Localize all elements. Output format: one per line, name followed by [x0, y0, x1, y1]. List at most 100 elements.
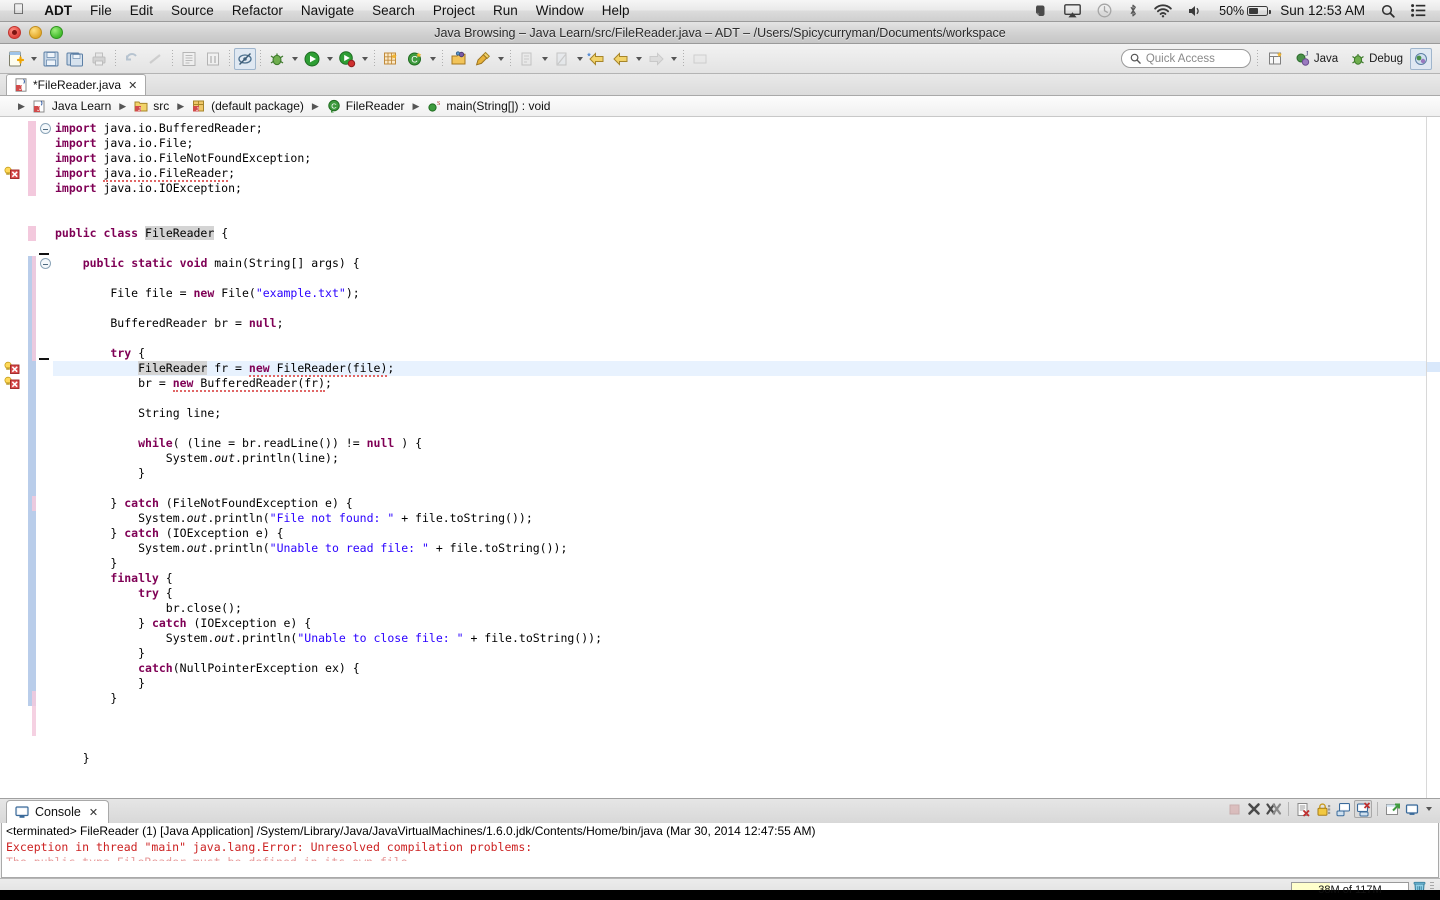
code-line[interactable]: System.out.println("File not found: " + … [53, 511, 1426, 526]
editor-tab-filereader[interactable]: J *FileReader.java ✕ [6, 74, 147, 95]
terminate-button[interactable] [1225, 800, 1243, 818]
overview-current-line-marker[interactable] [1427, 362, 1440, 372]
search-dropdown[interactable] [495, 47, 506, 71]
menu-item-adt[interactable]: ADT [35, 0, 81, 22]
error-quickfix-icon[interactable] [4, 361, 24, 375]
code-line[interactable]: import java.io.File; [53, 136, 1426, 151]
code-line[interactable] [53, 211, 1426, 226]
code-line[interactable] [53, 196, 1426, 211]
fold-collapse-icon[interactable] [40, 258, 51, 269]
remove-launch-button[interactable] [1245, 800, 1263, 818]
debug-dropdown[interactable] [289, 47, 300, 71]
close-icon[interactable]: ✕ [128, 79, 137, 92]
clear-console-button[interactable] [1294, 800, 1312, 818]
menu-bar-clock[interactable]: Sun 12:53 AM [1272, 3, 1373, 18]
code-line[interactable]: } [53, 751, 1426, 766]
code-line[interactable]: } [53, 466, 1426, 481]
error-quickfix-icon[interactable] [4, 166, 24, 180]
code-line[interactable] [53, 736, 1426, 751]
code-line[interactable] [53, 241, 1426, 256]
code-line[interactable]: System.out.println("Unable to close file… [53, 631, 1426, 646]
code-line[interactable]: FileReader fr = new FileReader(file); [53, 361, 1426, 377]
code-line[interactable]: } [53, 676, 1426, 691]
menu-item-edit[interactable]: Edit [121, 0, 162, 22]
console-view-menu-button[interactable] [1403, 800, 1421, 818]
minimize-button[interactable] [29, 26, 42, 39]
code-line[interactable]: br = new BufferedReader(fr); [53, 376, 1426, 392]
bluetooth-icon[interactable] [1120, 0, 1146, 22]
close-icon[interactable]: ✕ [89, 806, 98, 819]
code-line[interactable]: while( (line = br.readLine()) != null ) … [53, 436, 1426, 451]
time-machine-icon[interactable] [1089, 0, 1120, 22]
console-output[interactable]: <terminated> FileReader (1) [Java Applic… [1, 823, 1439, 878]
code-line[interactable] [53, 481, 1426, 496]
close-button[interactable] [8, 26, 21, 39]
code-line[interactable]: finally { [53, 571, 1426, 586]
code-line[interactable] [53, 421, 1426, 436]
menu-item-search[interactable]: Search [363, 0, 424, 22]
code-line[interactable]: import java.io.BufferedReader; [53, 121, 1426, 136]
code-line[interactable]: } [53, 556, 1426, 571]
run-icon[interactable] [300, 47, 324, 71]
code-line[interactable]: File file = new File("example.txt"); [53, 286, 1426, 301]
evernote-icon[interactable] [1025, 0, 1056, 22]
code-editor[interactable]: import java.io.BufferedReader; import jav… [0, 117, 1440, 798]
code-line[interactable]: import java.io.IOException; [53, 181, 1426, 196]
menu-item-source[interactable]: Source [162, 0, 223, 22]
menu-item-file[interactable]: File [81, 0, 121, 22]
battery-status[interactable]: 50% [1211, 4, 1272, 18]
back-dropdown[interactable] [633, 47, 644, 71]
breadcrumb-item-src[interactable]: J src [130, 99, 173, 113]
menu-item-project[interactable]: Project [424, 0, 484, 22]
code-line[interactable] [53, 391, 1426, 406]
run-coverage-icon[interactable] [335, 47, 359, 71]
menu-item-navigate[interactable]: Navigate [292, 0, 363, 22]
console-view-menu-arrow[interactable] [1423, 797, 1434, 821]
breadcrumb-item-project[interactable]: J Java Learn [29, 99, 115, 113]
code-line[interactable]: import java.io.FileNotFoundException; [53, 151, 1426, 166]
code-line[interactable]: catch(NullPointerException ex) { [53, 661, 1426, 676]
code-line[interactable]: } catch (FileNotFoundException e) { [53, 496, 1426, 511]
debug-icon[interactable] [265, 47, 289, 71]
code-line[interactable] [53, 706, 1426, 721]
last-edit-location-icon[interactable] [585, 47, 609, 71]
code-line[interactable]: public static void main(String[] args) { [53, 256, 1426, 271]
overview-ruler[interactable] [1426, 117, 1440, 798]
pin-console-button[interactable] [1334, 800, 1352, 818]
code-line[interactable]: public class FileReader { [53, 226, 1426, 241]
code-line[interactable]: } [53, 691, 1426, 706]
menu-item-run[interactable]: Run [484, 0, 527, 22]
menu-item-help[interactable]: Help [593, 0, 639, 22]
search-icon[interactable] [1373, 0, 1403, 22]
new-wizard-icon[interactable] [4, 47, 28, 71]
code-line[interactable]: System.out.println("Unable to read file:… [53, 541, 1426, 556]
code-line[interactable]: String line; [53, 406, 1426, 421]
code-line[interactable]: } [53, 646, 1426, 661]
code-line[interactable]: import java.io.FileReader; [53, 166, 1426, 182]
save-all-icon[interactable] [63, 47, 87, 71]
breadcrumb-item-method[interactable]: S main(String[]) : void [423, 99, 554, 113]
airplay-icon[interactable] [1056, 0, 1089, 22]
code-line[interactable] [53, 301, 1426, 316]
code-line[interactable] [53, 271, 1426, 286]
code-line[interactable]: BufferedReader br = null; [53, 316, 1426, 331]
code-line[interactable]: try { [53, 346, 1426, 361]
fold-collapse-icon[interactable] [40, 123, 51, 134]
code-line[interactable]: br.close(); [53, 601, 1426, 616]
previous-annotation-dropdown[interactable] [574, 47, 585, 71]
notification-center-icon[interactable] [1403, 0, 1434, 22]
apple-logo-icon[interactable]:  [0, 2, 35, 17]
wifi-icon[interactable] [1146, 0, 1180, 22]
new-java-class-dropdown[interactable] [427, 47, 438, 71]
new-java-class-icon[interactable]: C [403, 47, 427, 71]
code-line[interactable]: } catch (IOException e) { [53, 526, 1426, 541]
console-tab[interactable]: Console ✕ [6, 800, 110, 823]
code-line[interactable] [53, 331, 1426, 346]
folding-gutter[interactable] [37, 117, 53, 798]
scroll-lock-button[interactable] [1314, 800, 1332, 818]
perspective-java[interactable]: J Java [1290, 50, 1343, 68]
remove-all-terminated-button[interactable] [1265, 800, 1283, 818]
quick-access-input[interactable]: Quick Access [1120, 49, 1251, 68]
perspective-debug[interactable]: Debug [1345, 50, 1408, 68]
open-console-button[interactable] [1383, 800, 1401, 818]
